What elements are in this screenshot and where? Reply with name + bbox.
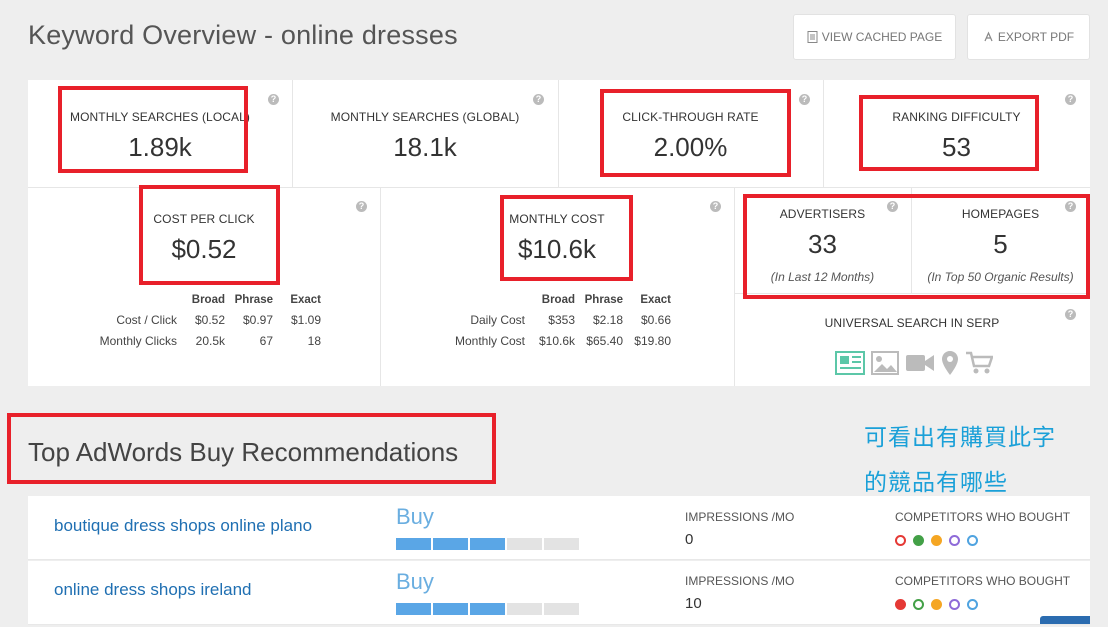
competitor-dot[interactable]	[967, 599, 978, 610]
shopping-cart-icon	[966, 351, 993, 374]
buy-strength-bar	[396, 538, 579, 550]
image-icon	[871, 351, 899, 375]
view-cached-page-button[interactable]: VIEW CACHED PAGE	[793, 14, 956, 60]
table-cell: $0.66	[640, 313, 671, 327]
impressions-label: IMPRESSIONS /MO	[685, 510, 795, 524]
table-cell: $0.97	[242, 313, 273, 327]
serp-feature-icons	[835, 350, 993, 376]
document-icon	[807, 31, 818, 43]
table-row: Monthly Clicks 20.5k 67 18	[92, 332, 321, 353]
monthly-searches-global: MONTHLY SEARCHES (GLOBAL) 18.1k	[292, 110, 558, 163]
help-icon[interactable]: ?	[268, 94, 279, 105]
col-header: Exact	[290, 294, 321, 306]
highlight-monthly-local	[58, 86, 248, 173]
competitor-dots	[895, 535, 978, 546]
table-cell: 20.5k	[195, 334, 225, 348]
impressions-value: 10	[685, 595, 702, 612]
annotation-note-line2: 的競品有哪些	[864, 469, 1008, 495]
table-row: Monthly Cost $10.6k $65.40 $19.80	[442, 332, 671, 353]
row-label: Monthly Clicks	[99, 334, 177, 348]
col-header: Phrase	[584, 294, 623, 306]
map-pin-icon	[942, 351, 958, 375]
table-cell: $19.80	[634, 334, 671, 348]
video-icon	[906, 355, 934, 371]
competitor-dot[interactable]	[931, 599, 942, 610]
competitor-dot[interactable]	[949, 535, 960, 546]
keyword-link[interactable]: online dress shops ireland	[54, 580, 252, 600]
competitor-dot[interactable]	[913, 599, 924, 610]
competitor-dot[interactable]	[949, 599, 960, 610]
table-cell: 67	[259, 334, 273, 348]
table-cell: $2.18	[592, 313, 623, 327]
help-icon[interactable]: ?	[1065, 309, 1076, 320]
feedback-tab[interactable]	[1040, 616, 1090, 624]
highlight-ctr	[600, 89, 791, 177]
metric-label: MONTHLY SEARCHES (GLOBAL)	[330, 110, 520, 124]
competitor-dot[interactable]	[913, 535, 924, 546]
table-row: Daily Cost $353 $2.18 $0.66	[442, 311, 671, 332]
buy-label: Buy	[396, 569, 434, 594]
recommendation-row: boutique dress shops online plano Buy IM…	[28, 496, 1090, 560]
competitors-label: COMPETITORS WHO BOUGHT	[895, 510, 1071, 524]
row-label: Daily Cost	[470, 313, 525, 327]
col-header: Phrase	[234, 294, 273, 306]
help-icon[interactable]: ?	[1065, 94, 1076, 105]
table-cell: $1.09	[290, 313, 321, 327]
help-icon[interactable]: ?	[356, 201, 367, 212]
keyword-link[interactable]: boutique dress shops online plano	[54, 516, 312, 536]
highlight-advertisers-homepages	[743, 194, 1090, 299]
help-icon[interactable]: ?	[533, 94, 544, 105]
buy-strength-bar	[396, 603, 579, 615]
recommendations-title: Top AdWords Buy Recommendations	[28, 437, 459, 467]
col-header: Exact	[640, 294, 671, 306]
competitor-dot[interactable]	[967, 535, 978, 546]
table-cell: $65.40	[586, 334, 623, 348]
competitors-label: COMPETITORS WHO BOUGHT	[895, 574, 1071, 588]
metric-value: 18.1k	[393, 132, 457, 162]
col-header: Broad	[191, 294, 225, 306]
cpc-breakdown-table: Broad Phrase Exact Cost / Click $0.52 $0…	[92, 294, 321, 353]
table-cell: $10.6k	[538, 334, 575, 348]
news-icon	[835, 351, 865, 375]
export-pdf-label: EXPORT PDF	[997, 30, 1075, 44]
view-cached-page-label: VIEW CACHED PAGE	[821, 30, 943, 44]
metric-label: UNIVERSAL SEARCH IN SERP	[824, 316, 1000, 330]
buy-label: Buy	[396, 504, 434, 529]
table-row: Cost / Click $0.52 $0.97 $1.09	[92, 311, 321, 332]
page-title: Keyword Overview - online dresses	[28, 20, 458, 50]
row-label: Cost / Click	[116, 313, 177, 327]
help-icon[interactable]: ?	[710, 201, 721, 212]
impressions-label: IMPRESSIONS /MO	[685, 574, 795, 588]
universal-search-serp: UNIVERSAL SEARCH IN SERP	[734, 316, 1090, 330]
competitor-dot[interactable]	[895, 535, 906, 546]
table-cell: 18	[307, 334, 321, 348]
competitor-dots	[895, 599, 978, 610]
competitor-dot[interactable]	[931, 535, 942, 546]
col-header: Broad	[541, 294, 575, 306]
monthly-cost-breakdown-table: Broad Phrase Exact Daily Cost $353 $2.18…	[442, 294, 671, 353]
annotation-note-line1: 可看出有購買此字	[864, 424, 1056, 450]
highlight-monthly-cost	[500, 195, 633, 281]
recommendation-row: online dress shops ireland Buy IMPRESSIO…	[28, 561, 1090, 625]
help-icon[interactable]: ?	[799, 94, 810, 105]
competitor-dot[interactable]	[895, 599, 906, 610]
highlight-cpc	[139, 185, 280, 285]
row-label: Monthly Cost	[454, 334, 525, 348]
pdf-icon	[984, 31, 993, 42]
export-pdf-button[interactable]: EXPORT PDF	[967, 14, 1090, 60]
table-cell: $353	[548, 313, 575, 327]
highlight-difficulty	[859, 95, 1039, 171]
table-cell: $0.52	[194, 313, 225, 327]
impressions-value: 0	[685, 531, 694, 548]
